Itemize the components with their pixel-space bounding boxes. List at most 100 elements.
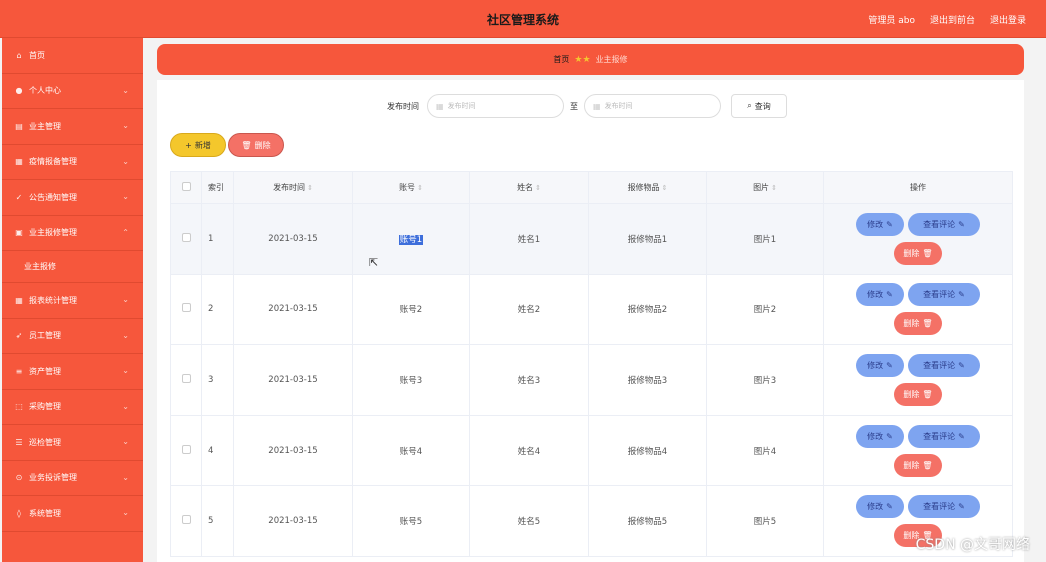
delete-row-button[interactable]: 删除 🗑 [894, 453, 942, 477]
sidebar: ⌂ 首页 ● 个人中心 ⌄ ▤ 业主管理 ⌄ ▦ 疫情报备管理 ⌄ ✓ 公告通知… [2, 38, 143, 562]
selected-text: 账号1 [398, 234, 424, 245]
sort-icon[interactable]: ⇕ [307, 184, 313, 192]
sidebar-item-report-stats[interactable]: ▦ 报表统计管理 ⌄ [2, 283, 143, 319]
sidebar-subitem-label: 业主报修 [24, 262, 56, 271]
bag-icon: ⬚ [15, 402, 23, 412]
row-checkbox[interactable] [170, 485, 202, 557]
delete-row-button[interactable]: 删除 🗑 [894, 312, 942, 336]
cell-date: 2021-03-15 [233, 414, 353, 487]
delete-row-button[interactable]: 删除 🗑 [894, 241, 942, 265]
pencil-icon: ✎ [886, 290, 893, 300]
batch-delete-button[interactable]: 🗑 删除 [228, 133, 284, 157]
sidebar-item-assets[interactable]: ≡ 资产管理 ⌄ [2, 354, 143, 390]
row-checkbox[interactable] [170, 344, 202, 416]
search-icon: ⌕ [747, 101, 752, 110]
view-comments-button[interactable]: 查看评论 ✎ [908, 495, 980, 519]
sidebar-item-staff[interactable]: ➶ 员工管理 ⌄ [2, 319, 143, 354]
header-date-label: 发布时间 [273, 183, 306, 192]
sidebar-item-label: 资产管理 [29, 366, 61, 376]
view-comments-label: 查看评论 [923, 290, 956, 300]
sidebar-item-label: 疫情报备管理 [29, 157, 77, 167]
header-date[interactable]: 发布时间 ⇕ [233, 171, 353, 204]
sidebar-item-label: 个人中心 [29, 86, 61, 96]
pencil-icon: ✎ [958, 360, 965, 370]
sort-icon[interactable]: ⇕ [662, 184, 668, 192]
cell-image: 图片1 [706, 203, 824, 275]
sidebar-item-home[interactable]: ⌂ 首页 [2, 38, 143, 74]
trash-icon: 🗑 [922, 248, 933, 258]
header-image[interactable]: 图片 ⇕ [706, 171, 824, 204]
view-comments-button[interactable]: 查看评论 ✎ [908, 283, 980, 307]
view-comments-button[interactable]: 查看评论 ✎ [908, 353, 980, 377]
header-item[interactable]: 报修物品 ⇕ [588, 171, 707, 204]
row-checkbox[interactable] [170, 273, 202, 346]
exit-front-link[interactable]: 退出到前台 [930, 13, 975, 26]
sidebar-item-owner-management[interactable]: ▤ 业主管理 ⌄ [2, 109, 143, 145]
sidebar-item-purchase[interactable]: ⬚ 采购管理 ⌄ [2, 390, 143, 425]
view-comments-button[interactable]: 查看评论 ✎ [908, 212, 980, 236]
cell-index: 2 [201, 273, 234, 346]
cell-account: 账号4 [352, 414, 470, 487]
logout-link[interactable]: 退出登录 [990, 13, 1026, 26]
sort-icon[interactable]: ⇕ [535, 184, 541, 192]
chevron-down-icon: ⌄ [122, 121, 129, 130]
mouse-cursor-icon: ⇱ [369, 256, 379, 269]
edit-button[interactable]: 修改 ✎ [856, 424, 904, 448]
select-all-checkbox[interactable] [170, 171, 202, 204]
pencil-icon: ✎ [886, 502, 893, 512]
edit-button[interactable]: 修改 ✎ [856, 212, 904, 236]
sort-icon[interactable]: ⇕ [771, 184, 777, 192]
header-name[interactable]: 姓名 ⇕ [469, 171, 589, 204]
add-button-label: 新增 [194, 140, 211, 150]
start-date-input[interactable]: ▦ 发布时间 [427, 94, 564, 118]
sidebar-item-label: 系统管理 [29, 508, 61, 518]
chevron-down-icon: ⌄ [122, 156, 129, 166]
breadcrumb-current: 业主报修 [595, 55, 628, 64]
plus-icon: + [185, 140, 192, 150]
sidebar-item-label: 公告通知管理 [29, 192, 77, 202]
data-table: 索引 发布时间 ⇕ 账号 ⇕ 姓名 ⇕ 报修物品 ⇕ 图片 ⇕ 操作 1 2021-03-… [170, 171, 1013, 557]
sidebar-item-inspection[interactable]: ☰ 巡检管理 ⌄ [2, 425, 143, 461]
home-icon: ⌂ [16, 50, 22, 60]
search-button[interactable]: ⌕ 查询 [731, 94, 787, 118]
sidebar-item-complaints[interactable]: ⊙ 业务投诉管理 ⌄ [2, 461, 143, 496]
sidebar-item-personal-center[interactable]: ● 个人中心 ⌄ [2, 74, 143, 109]
sidebar-item-repair-management[interactable]: ▣ 业主报修管理 ⌃ [2, 216, 143, 251]
end-date-input[interactable]: ▦ 发布时间 [584, 94, 721, 118]
cell-item: 报修物品4 [588, 414, 707, 487]
table-row: 3 2021-03-15 账号3 姓名3 报修物品3 图片3 修改 ✎ 查看评论 ✎… [170, 344, 1013, 416]
cell-item: 报修物品5 [588, 485, 707, 557]
edit-button-label: 修改 [867, 219, 884, 229]
row-checkbox[interactable] [170, 203, 202, 275]
edit-button[interactable]: 修改 ✎ [856, 353, 904, 377]
header-account[interactable]: 账号 ⇕ [352, 171, 470, 204]
top-header: 社区管理系统 管理员 abo 退出到前台 退出登录 [0, 0, 1046, 38]
add-button[interactable]: + 新增 [170, 133, 226, 157]
cell-name: 姓名4 [469, 414, 589, 487]
star-icon: ★★ [574, 54, 591, 65]
cell-index: 5 [201, 485, 234, 557]
menu-icon: ☰ [15, 437, 23, 447]
cell-actions: 修改 ✎ 查看评论 ✎ 删除 🗑 [823, 344, 1013, 416]
sidebar-item-label: 采购管理 [29, 402, 61, 412]
start-date-placeholder: 发布时间 [447, 102, 476, 110]
sidebar-item-notice[interactable]: ✓ 公告通知管理 ⌄ [2, 180, 143, 216]
cell-image: 图片3 [706, 344, 824, 416]
sidebar-item-label: 业主管理 [29, 121, 61, 131]
breadcrumb-home[interactable]: 首页 [553, 54, 569, 65]
edit-button[interactable]: 修改 ✎ [856, 495, 904, 519]
row-checkbox[interactable] [170, 414, 202, 487]
sidebar-subitem-repair[interactable]: 业主报修 [2, 251, 143, 283]
list-icon: ≡ [15, 366, 23, 376]
sidebar-item-system[interactable]: ◊ 系统管理 ⌄ [2, 496, 143, 532]
sort-icon[interactable]: ⇕ [417, 184, 423, 192]
table-row: 1 2021-03-15 账号1 姓名1 报修物品1 图片1 修改 ✎ 查看评论 ✎… [170, 203, 1013, 275]
cell-name: 姓名2 [469, 273, 589, 346]
delete-row-button[interactable]: 删除 🗑 [894, 382, 942, 406]
chevron-down-icon: ⌄ [122, 472, 129, 482]
cell-image: 图片5 [706, 485, 824, 557]
sidebar-item-label: 首页 [29, 50, 45, 60]
view-comments-button[interactable]: 查看评论 ✎ [908, 424, 980, 448]
sidebar-item-epidemic-report[interactable]: ▦ 疫情报备管理 ⌄ [2, 145, 143, 180]
edit-button[interactable]: 修改 ✎ [856, 283, 904, 307]
